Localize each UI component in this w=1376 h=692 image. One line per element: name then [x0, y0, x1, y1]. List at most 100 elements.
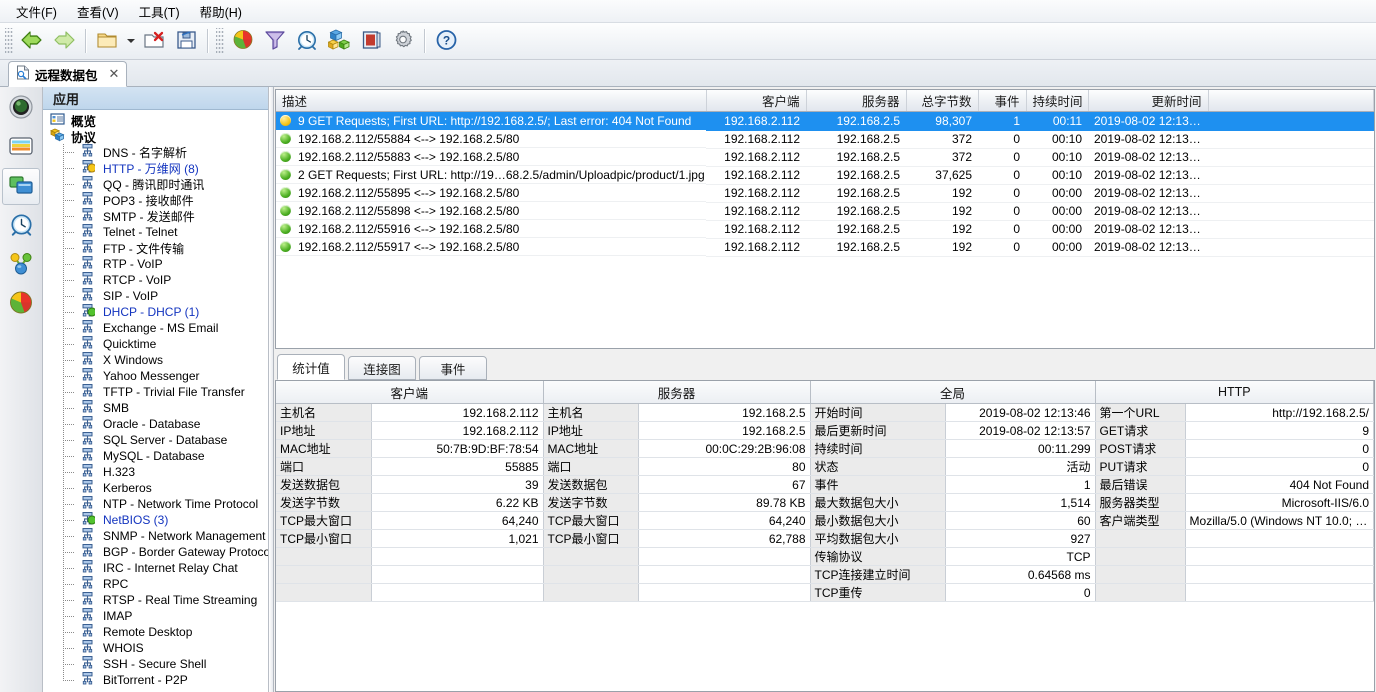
toolbar-grip-2[interactable]: [216, 28, 224, 54]
table-row[interactable]: 192.168.2.112/55883 <--> 192.168.2.5/80 1…: [276, 148, 1374, 167]
col-updated[interactable]: 更新时间: [1088, 90, 1209, 112]
rail-timeline[interactable]: [2, 207, 40, 244]
tree-node-protocol[interactable]: 协议: [43, 128, 268, 145]
statistics-button[interactable]: [227, 25, 259, 57]
tree-item-23[interactable]: NetBIOS (3): [43, 512, 268, 528]
stat-row[interactable]: 主机名 192.168.2.112 主机名 192.168.2.5 开始时间 2019-0…: [276, 403, 1374, 422]
stat-row[interactable]: TCP最小窗口 1,021 TCP最小窗口 62,788 平均数据包大小 927: [276, 529, 1374, 548]
help-button[interactable]: ?: [430, 25, 462, 57]
tree-item-30[interactable]: Remote Desktop: [43, 624, 268, 640]
stat-row[interactable]: MAC地址 50:7B:9D:BF:78:54 MAC地址 00:0C:29:2B:9…: [276, 439, 1374, 458]
tree-item-26[interactable]: IRC - Internet Relay Chat: [43, 560, 268, 576]
tree-connector-icon: [63, 256, 77, 272]
tree-body[interactable]: 概览 协议 DNS - 名字解析 HTTP - 万维网 (8) QQ - 腾讯即时通讯 P…: [43, 110, 268, 692]
log-button[interactable]: [355, 25, 387, 57]
menu-file[interactable]: 文件(F): [6, 0, 67, 24]
tree-item-16[interactable]: SMB: [43, 400, 268, 416]
tree-item-3[interactable]: POP3 - 接收邮件: [43, 192, 268, 208]
tree-item-27[interactable]: RPC: [43, 576, 268, 592]
menu-tools[interactable]: 工具(T): [129, 0, 190, 24]
tree-item-18[interactable]: SQL Server - Database: [43, 432, 268, 448]
tree-item-20[interactable]: H.323: [43, 464, 268, 480]
tree-item-32[interactable]: SSH - Secure Shell: [43, 656, 268, 672]
tree-item-11[interactable]: Exchange - MS Email: [43, 320, 268, 336]
document-tab-remote-packets[interactable]: 远程数据包 ✕: [8, 61, 128, 87]
status-led-icon: [280, 241, 291, 252]
tree-item-25[interactable]: BGP - Border Gateway Protocol: [43, 544, 268, 560]
table-row[interactable]: 192.168.2.112/55884 <--> 192.168.2.5/80 1…: [276, 130, 1374, 149]
menu-view[interactable]: 查看(V): [67, 0, 129, 24]
tree-item-6[interactable]: FTP - 文件传输: [43, 240, 268, 256]
rail-summary[interactable]: [2, 129, 40, 166]
col-server[interactable]: 服务器: [806, 90, 907, 112]
open-button[interactable]: [91, 25, 123, 57]
statistics-body[interactable]: 主机名 192.168.2.112 主机名 192.168.2.5 开始时间 2019-0…: [276, 403, 1374, 602]
tree-item-10[interactable]: DHCP - DHCP (1): [43, 304, 268, 320]
stat-row[interactable]: TCP重传 0: [276, 583, 1374, 602]
tree-item-33[interactable]: BitTorrent - P2P: [43, 672, 268, 688]
col-events[interactable]: 事件: [978, 90, 1027, 112]
details-tab-0[interactable]: 统计值: [277, 354, 345, 380]
stat-row[interactable]: IP地址 192.168.2.112 IP地址 192.168.2.5 最后更新时间 20…: [276, 421, 1374, 440]
menu-help[interactable]: 帮助(H): [190, 0, 252, 24]
table-row[interactable]: 2 GET Requests; First URL: http://19…68.…: [276, 166, 1374, 185]
table-row[interactable]: 9 GET Requests; First URL: http://192.16…: [276, 111, 1374, 131]
stat-client-key: 端口: [276, 457, 372, 476]
tree-item-14[interactable]: Yahoo Messenger: [43, 368, 268, 384]
tree-item-2[interactable]: QQ - 腾讯即时通讯: [43, 176, 268, 192]
tree-item-0[interactable]: DNS - 名字解析: [43, 144, 268, 160]
close-file-button[interactable]: [138, 25, 170, 57]
tree-item-8[interactable]: RTCP - VoIP: [43, 272, 268, 288]
tree-item-19[interactable]: MySQL - Database: [43, 448, 268, 464]
stat-row[interactable]: 端口 55885 端口 80 状态 活动 PUT请求 0: [276, 457, 1374, 476]
tree-item-21[interactable]: Kerberos: [43, 480, 268, 496]
back-button[interactable]: [16, 25, 48, 57]
col-description[interactable]: 描述: [276, 90, 707, 112]
table-row[interactable]: 192.168.2.112/55917 <--> 192.168.2.5/80 1…: [276, 238, 1374, 257]
open-dropdown-button[interactable]: [123, 25, 138, 57]
table-row[interactable]: 192.168.2.112/55895 <--> 192.168.2.5/80 1…: [276, 184, 1374, 203]
tree-item-29[interactable]: IMAP: [43, 608, 268, 624]
stat-row[interactable]: 发送字节数 6.22 KB 发送字节数 89.78 KB 最大数据包大小 1,514 服务器…: [276, 493, 1374, 512]
close-icon[interactable]: ✕: [103, 66, 120, 82]
col-client[interactable]: 客户端: [706, 90, 807, 112]
tree-item-12[interactable]: Quicktime: [43, 336, 268, 352]
stat-row[interactable]: 传输协议 TCP: [276, 547, 1374, 566]
table-row[interactable]: 192.168.2.112/55898 <--> 192.168.2.5/80 1…: [276, 202, 1374, 221]
tree-item-24[interactable]: SNMP - Network Management: [43, 528, 268, 544]
tree-item-22[interactable]: NTP - Network Time Protocol: [43, 496, 268, 512]
cell-duration: 00:00: [1026, 202, 1088, 221]
tree-item-28[interactable]: RTSP - Real Time Streaming: [43, 592, 268, 608]
tree-item-13[interactable]: X Windows: [43, 352, 268, 368]
col-total-bytes[interactable]: 总字节数: [906, 90, 979, 112]
rail-dashboard[interactable]: [2, 90, 40, 127]
tree-item-4[interactable]: SMTP - 发送邮件: [43, 208, 268, 224]
stat-row[interactable]: 发送数据包 39 发送数据包 67 事件 1 最后错误 404 Not Found: [276, 475, 1374, 494]
stat-row[interactable]: TCP最大窗口 64,240 TCP最大窗口 64,240 最小数据包大小 60 客户端类型…: [276, 511, 1374, 530]
timeline-button[interactable]: [291, 25, 323, 57]
rail-nodes[interactable]: [2, 246, 40, 283]
col-duration[interactable]: 持续时间: [1026, 90, 1089, 112]
toolbar-grip[interactable]: [5, 28, 13, 54]
tree-item-5[interactable]: Telnet - Telnet: [43, 224, 268, 240]
tree-item-17[interactable]: Oracle - Database: [43, 416, 268, 432]
nodes-button[interactable]: [323, 25, 355, 57]
tree-item-31[interactable]: WHOIS: [43, 640, 268, 656]
details-tab-2[interactable]: 事件: [419, 356, 487, 380]
stat-http-key: [1095, 529, 1186, 548]
protocol-icon: [80, 671, 95, 689]
sessions-body[interactable]: 9 GET Requests; First URL: http://192.16…: [276, 111, 1374, 257]
stat-row[interactable]: TCP连接建立时间 0.64568 ms: [276, 565, 1374, 584]
tree-item-7[interactable]: RTP - VoIP: [43, 256, 268, 272]
tree-item-15[interactable]: TFTP - Trivial File Transfer: [43, 384, 268, 400]
save-button[interactable]: [170, 25, 202, 57]
filter-button[interactable]: [259, 25, 291, 57]
details-tab-1[interactable]: 连接图: [348, 356, 416, 380]
tree-item-9[interactable]: SIP - VoIP: [43, 288, 268, 304]
settings-button[interactable]: [387, 25, 419, 57]
rail-applications[interactable]: [2, 168, 40, 205]
table-row[interactable]: 192.168.2.112/55916 <--> 192.168.2.5/80 1…: [276, 220, 1374, 239]
rail-statistics[interactable]: [2, 285, 40, 322]
forward-button[interactable]: [48, 25, 80, 57]
tree-item-1[interactable]: HTTP - 万维网 (8): [43, 160, 268, 176]
